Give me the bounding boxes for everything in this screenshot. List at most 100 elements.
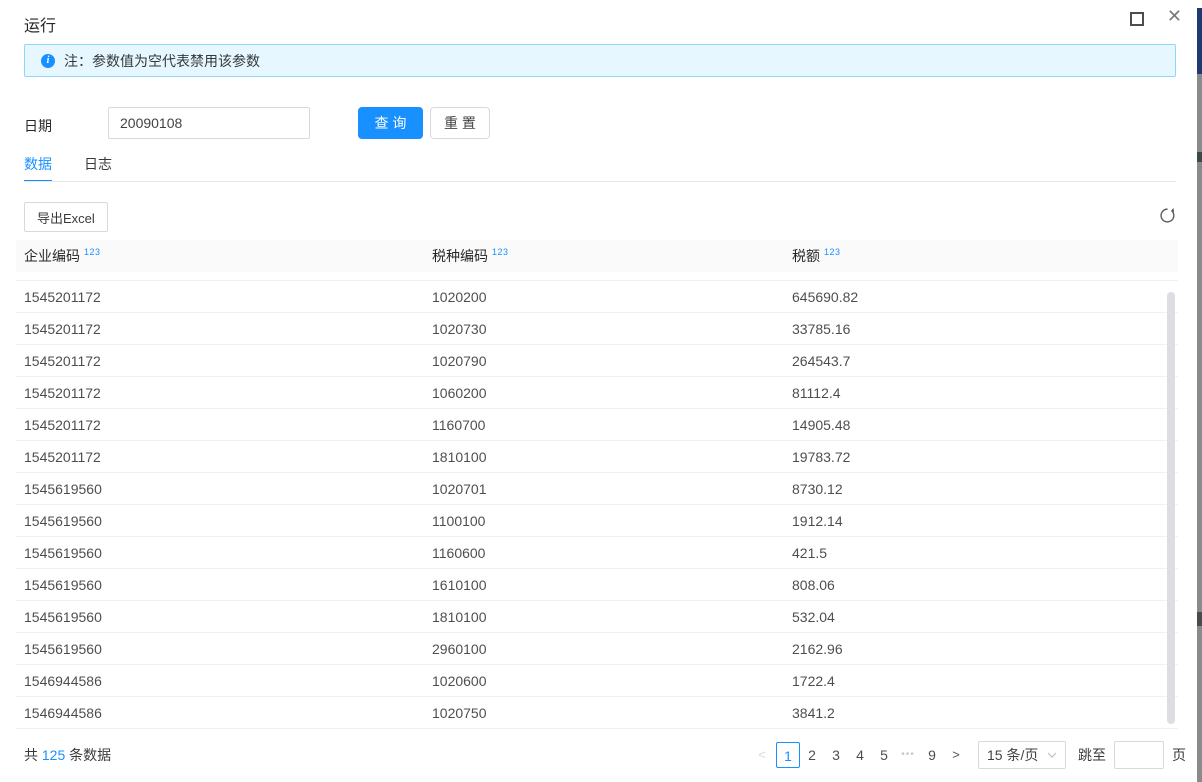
cell-enterprise-code: 1545201172: [16, 321, 424, 337]
column-header: 税种编码 123: [424, 246, 784, 266]
page-number[interactable]: 1: [776, 742, 800, 768]
cell-tax-type-code: 1810100: [424, 449, 784, 465]
tab-log[interactable]: 日志: [84, 150, 112, 182]
cell-tax-type-code: 1020200: [424, 289, 784, 305]
cell-tax-amount: 1912.14: [784, 513, 1178, 529]
cell-enterprise-code: 1545619560: [16, 545, 424, 561]
page-number[interactable]: 9: [920, 742, 944, 768]
notice-banner: i 注：参数值为空代表禁用该参数: [24, 44, 1176, 77]
numeric-type-icon: 123: [492, 247, 509, 257]
cell-tax-type-code: 1160600: [424, 545, 784, 561]
table-row: 1545201172 1160700 14905.48: [16, 409, 1178, 441]
table-row: 1545619560 1610100 808.06: [16, 569, 1178, 601]
refresh-icon[interactable]: [1158, 207, 1176, 225]
table-row: 1545619560 1810100 532.04: [16, 601, 1178, 633]
table-header: 企业编码 123 税种编码 123 税额 123: [16, 240, 1178, 272]
dialog-title: 运行: [24, 12, 56, 36]
cell-enterprise-code: 1545201172: [16, 353, 424, 369]
jump-to-label: 跳至: [1078, 745, 1106, 765]
cell-tax-amount: 1722.4: [784, 673, 1178, 689]
table-row: 1545619560 1160600 421.5: [16, 537, 1178, 569]
page-number[interactable]: 4: [848, 742, 872, 768]
table-row: 1546944586 1020600 1722.4: [16, 665, 1178, 697]
cell-tax-amount: 645690.82: [784, 289, 1178, 305]
cell-tax-amount: 808.06: [784, 577, 1178, 593]
tab-data[interactable]: 数据: [24, 150, 52, 182]
cell-enterprise-code: 1545619560: [16, 513, 424, 529]
page-size-select[interactable]: 15 条/页: [978, 741, 1066, 769]
cell-tax-amount: 421.5: [784, 545, 1178, 561]
total-prefix: 共: [24, 747, 38, 763]
cell-enterprise-code: 1545201172: [16, 449, 424, 465]
cell-enterprise-code: 1545201172: [16, 417, 424, 433]
column-label: 税种编码: [432, 248, 488, 264]
page-number[interactable]: •••: [896, 742, 920, 768]
tab-bar: 数据 日志: [24, 150, 112, 182]
column-label: 税额: [792, 248, 820, 264]
cell-tax-amount: 3841.2: [784, 705, 1178, 721]
cell-tax-amount: 2162.96: [784, 641, 1178, 657]
column-label: 企业编码: [24, 248, 80, 264]
cell-enterprise-code: 1545201172: [16, 289, 424, 305]
table-row: 1545201172 1020730 33785.16: [16, 313, 1178, 345]
total-records: 共 125 条数据: [24, 735, 111, 775]
cell-enterprise-code: 1545619560: [16, 609, 424, 625]
close-icon[interactable]: ✕: [1167, 7, 1182, 25]
background-artifact: [1197, 152, 1202, 162]
page-number[interactable]: 5: [872, 742, 896, 768]
cell-enterprise-code: 1546944586: [16, 705, 424, 721]
pagination: < 12345•••9 > 15 条/页 跳至 页: [750, 741, 1188, 769]
chevron-down-icon: [1047, 752, 1057, 758]
query-button[interactable]: 查 询: [358, 107, 423, 139]
export-excel-button[interactable]: 导出Excel: [24, 202, 108, 232]
page-unit-label: 页: [1172, 745, 1186, 765]
page-number[interactable]: 2: [800, 742, 824, 768]
cell-tax-type-code: 1020730: [424, 321, 784, 337]
cell-enterprise-code: 1545619560: [16, 481, 424, 497]
column-header: 税额 123: [784, 246, 1178, 266]
cell-tax-type-code: 1100100: [424, 513, 784, 529]
cell-enterprise-code: 1545201172: [16, 385, 424, 401]
table-row: 1545201172 1060200 81112.4: [16, 377, 1178, 409]
prev-page-icon[interactable]: <: [750, 742, 774, 768]
background-artifact: [1197, 612, 1202, 626]
background-body-strip: [1197, 74, 1202, 782]
page-number[interactable]: 3: [824, 742, 848, 768]
cell-tax-amount: 8730.12: [784, 481, 1178, 497]
table-row: 1545619560 1100100 1912.14: [16, 505, 1178, 537]
page-list: 12345•••9: [776, 742, 944, 768]
cell-enterprise-code: 1545619560: [16, 577, 424, 593]
cell-tax-type-code: 1020750: [424, 705, 784, 721]
total-count: 125: [42, 747, 65, 763]
cell-tax-type-code: 1020790: [424, 353, 784, 369]
cell-tax-type-code: 2960100: [424, 641, 784, 657]
cell-enterprise-code: 1546944586: [16, 673, 424, 689]
table-row: 1545201172 1810100 19783.72: [16, 441, 1178, 473]
background-header-strip: [1197, 8, 1202, 74]
run-dialog: 运行 ✕ i 注：参数值为空代表禁用该参数 日期 查 询 重 置 数据 日志 导…: [0, 0, 1202, 782]
maximize-icon[interactable]: [1130, 12, 1144, 26]
cell-tax-type-code: 1020701: [424, 481, 784, 497]
jump-page-input[interactable]: [1114, 741, 1164, 769]
cell-tax-type-code: 1610100: [424, 577, 784, 593]
total-suffix: 条数据: [69, 747, 111, 763]
cell-enterprise-code: 1545619560: [16, 641, 424, 657]
cell-tax-amount: 19783.72: [784, 449, 1178, 465]
date-label: 日期: [24, 116, 52, 136]
tab-divider: [24, 181, 1176, 182]
reset-button[interactable]: 重 置: [430, 107, 490, 139]
table-row: 1545201172 1020200 645690.82: [16, 281, 1178, 313]
numeric-type-icon: 123: [824, 247, 841, 257]
cell-tax-type-code: 1060200: [424, 385, 784, 401]
table-row: 1545619560 2960100 2162.96: [16, 633, 1178, 665]
info-icon: i: [41, 54, 55, 68]
cell-tax-amount: 33785.16: [784, 321, 1178, 337]
cell-tax-type-code: 1160700: [424, 417, 784, 433]
next-page-icon[interactable]: >: [944, 742, 968, 768]
notice-text: 注：参数值为空代表禁用该参数: [64, 51, 260, 71]
cell-tax-amount: 81112.4: [784, 385, 1178, 401]
table-scrollbar[interactable]: [1167, 292, 1175, 724]
table-body: 1545201172 1020200 645690.82 1545201172 …: [16, 280, 1178, 729]
date-input[interactable]: [108, 107, 310, 139]
background-edge: [1197, 0, 1202, 782]
